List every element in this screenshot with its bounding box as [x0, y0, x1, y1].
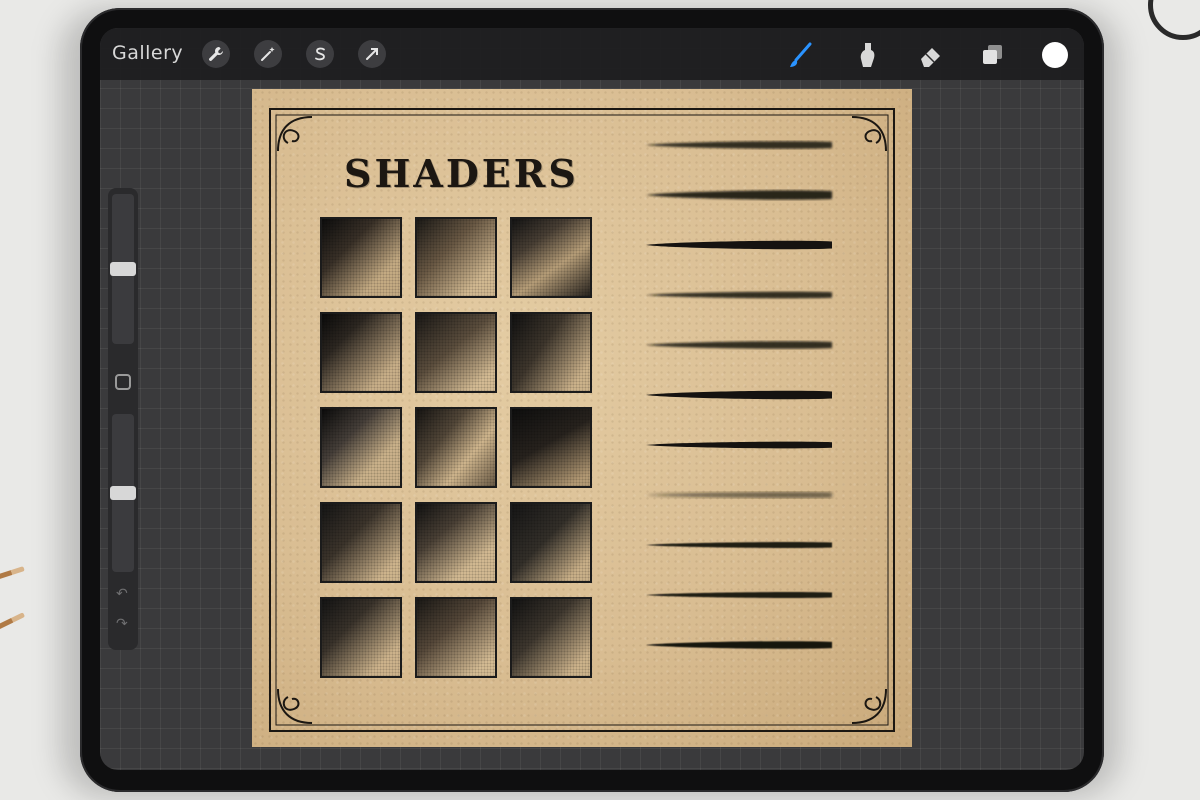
redo-button[interactable]: ↷: [116, 616, 128, 632]
pencil-prop: [0, 612, 26, 637]
procreate-screen: Gallery ↶ ↷ SHADERS: [100, 28, 1084, 770]
brush-strokes-column: [646, 141, 832, 649]
shader-swatch: [510, 407, 592, 488]
shader-swatch: [415, 407, 497, 488]
smudge-icon[interactable]: [852, 40, 882, 70]
shader-swatch: [320, 312, 402, 393]
eraser-icon[interactable]: [916, 40, 946, 70]
shader-swatch: [320, 502, 402, 583]
pencil-prop: [0, 566, 25, 585]
shader-swatch: [415, 217, 497, 298]
color-picker-swatch[interactable]: [1042, 42, 1068, 68]
shader-swatch: [320, 597, 402, 678]
shader-swatch: [415, 312, 497, 393]
brush-stroke: [646, 141, 832, 149]
shader-swatch: [415, 597, 497, 678]
brush-stroke: [646, 341, 832, 349]
brush-stroke: [646, 190, 832, 200]
top-toolbar: Gallery: [100, 28, 1084, 80]
brush-stroke: [646, 240, 832, 250]
brush-stroke: [646, 542, 832, 548]
shader-swatch: [320, 407, 402, 488]
brush-stroke: [646, 592, 832, 598]
gallery-button[interactable]: Gallery: [112, 42, 183, 64]
selection-s-icon[interactable]: [306, 40, 334, 68]
brush-size-thumb[interactable]: [110, 262, 136, 276]
shader-swatch: [415, 502, 497, 583]
opacity-thumb[interactable]: [110, 486, 136, 500]
adjustments-wand-icon[interactable]: [254, 40, 282, 68]
brush-stroke: [646, 492, 832, 498]
shader-swatch-grid: [320, 217, 592, 678]
brush-stroke: [646, 641, 832, 649]
shader-swatch: [510, 597, 592, 678]
undo-button[interactable]: ↶: [116, 586, 128, 602]
glasses-prop: [1148, 0, 1200, 40]
shader-swatch: [510, 312, 592, 393]
brush-stroke: [646, 390, 832, 400]
brush-icon[interactable]: [786, 40, 816, 70]
brush-stroke: [646, 441, 832, 449]
brush-stroke: [646, 291, 832, 299]
actions-wrench-icon[interactable]: [202, 40, 230, 68]
modify-button[interactable]: [115, 374, 131, 390]
artwork-canvas[interactable]: SHADERS: [252, 89, 912, 747]
shader-swatch: [510, 502, 592, 583]
transform-arrow-icon[interactable]: [358, 40, 386, 68]
shader-swatch: [510, 217, 592, 298]
layers-icon[interactable]: [978, 40, 1008, 70]
shader-swatch: [320, 217, 402, 298]
left-sidebar: ↶ ↷: [108, 188, 138, 650]
shaders-title: SHADERS: [344, 151, 579, 196]
